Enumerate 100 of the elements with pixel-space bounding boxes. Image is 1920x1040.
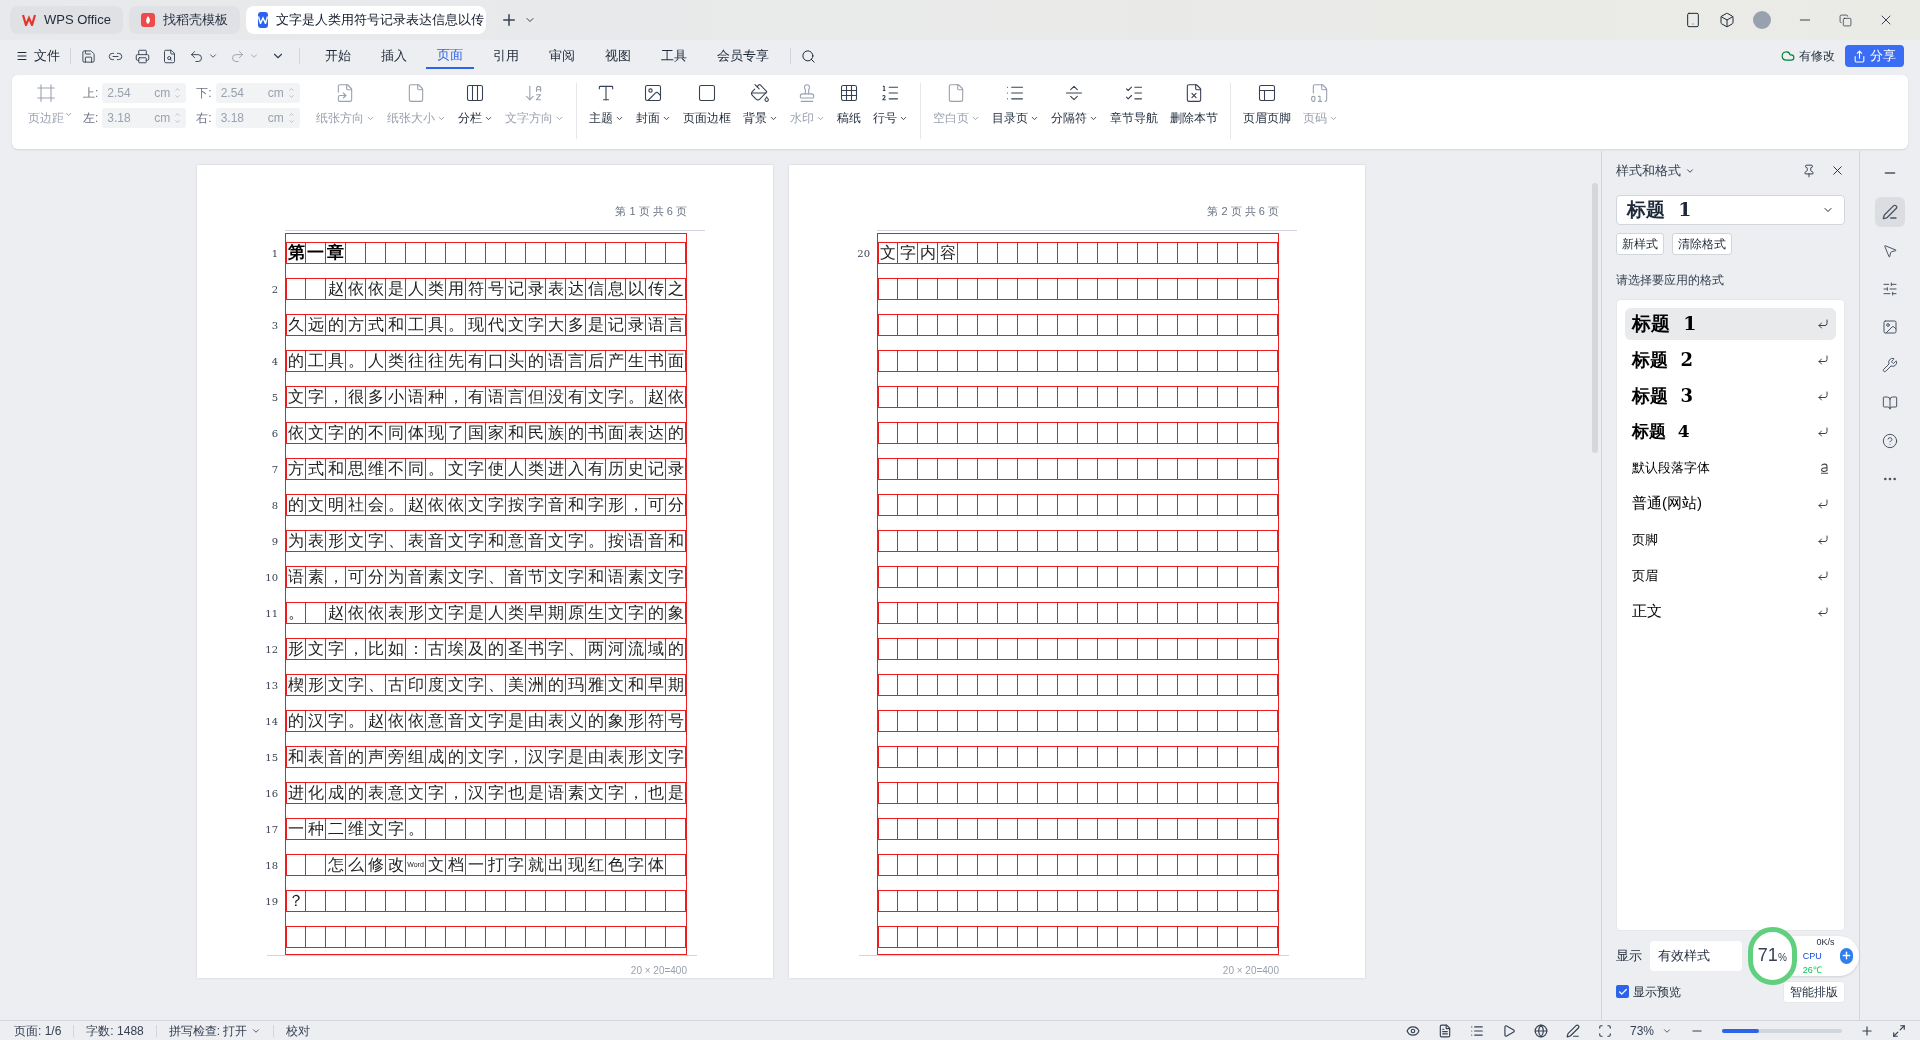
- image-icon: [643, 83, 664, 103]
- ribbon-tab[interactable]: 会员专享: [706, 43, 780, 69]
- grid-cell: 和: [566, 494, 586, 515]
- grid-cell: 小: [386, 386, 406, 407]
- ribbon-tool[interactable]: 目录页: [985, 77, 1045, 143]
- eye-icon[interactable]: [1405, 1023, 1420, 1038]
- grid-cell: 文: [606, 602, 626, 623]
- clear-format-button[interactable]: 清除格式: [1672, 232, 1732, 255]
- ribbon-tab[interactable]: 开始: [314, 43, 362, 69]
- grid-cell: 字: [326, 638, 346, 659]
- style-item[interactable]: 默认段落字体: [1625, 451, 1836, 484]
- wrench-icon[interactable]: [1882, 357, 1898, 373]
- new-style-button[interactable]: 新样式: [1616, 232, 1664, 255]
- preview-checkbox[interactable]: [1616, 985, 1629, 998]
- fullscreen-icon[interactable]: [1892, 1023, 1906, 1038]
- grid-cell: 赵: [406, 494, 426, 515]
- system-monitor-widget[interactable]: 71% 0K/s CPU 26℃: [1748, 926, 1859, 985]
- ribbon-tab[interactable]: 工具: [650, 43, 698, 69]
- style-item[interactable]: 页脚: [1625, 523, 1836, 556]
- grid-cell: ，: [626, 494, 646, 515]
- outline-icon[interactable]: [1469, 1023, 1484, 1038]
- grid-cell: 文: [646, 746, 666, 767]
- ribbon-tool[interactable]: 稿纸: [830, 77, 867, 143]
- help-icon[interactable]: [1882, 433, 1898, 449]
- grid-cell: 字: [526, 494, 546, 515]
- page-count[interactable]: 页面: 1/6: [14, 1021, 62, 1040]
- pen-icon[interactable]: [1565, 1023, 1580, 1038]
- grid-cell: 美: [506, 674, 526, 695]
- grid-cell: 素: [566, 782, 586, 803]
- save-icon[interactable]: [81, 48, 96, 64]
- style-item[interactable]: 标题 3: [1625, 379, 1836, 412]
- page-view-icon[interactable]: [1437, 1023, 1452, 1038]
- show-dropdown[interactable]: 有效样式: [1650, 940, 1742, 971]
- style-item[interactable]: 普通(网站): [1625, 487, 1836, 520]
- fit-page-icon[interactable]: [1597, 1023, 1612, 1038]
- word-count[interactable]: 字数: 1488: [86, 1021, 144, 1040]
- globe-icon[interactable]: [1533, 1023, 1548, 1038]
- line-number: 7: [270, 462, 278, 477]
- style-item[interactable]: 页眉: [1625, 559, 1836, 592]
- ribbon-tool[interactable]: 页面边框: [676, 77, 737, 143]
- image-icon[interactable]: [1882, 319, 1898, 335]
- undo-icon[interactable]: [189, 48, 204, 64]
- ribbon-tab[interactable]: 审阅: [538, 43, 586, 69]
- smart-layout-button[interactable]: 智能排版: [1783, 980, 1845, 1003]
- style-item[interactable]: 正文: [1625, 595, 1836, 628]
- app-tab[interactable]: 找稻壳模板: [128, 6, 240, 34]
- grid-cell: 义: [566, 710, 586, 731]
- app-tab[interactable]: WPS Office: [10, 6, 123, 34]
- tablet-icon[interactable]: [1685, 12, 1701, 28]
- style-item[interactable]: 标题 2: [1625, 343, 1836, 376]
- page-header-text: 第 1 页 共 6 页: [615, 204, 687, 219]
- proofread-button[interactable]: 校对: [286, 1021, 311, 1040]
- grid-cell: 埃: [446, 638, 466, 659]
- ribbon-tool[interactable]: 分隔符: [1044, 77, 1104, 143]
- style-item[interactable]: 标题 1: [1625, 307, 1836, 340]
- play-icon[interactable]: [1501, 1023, 1516, 1038]
- search-icon[interactable]: [801, 48, 816, 64]
- spell-check-button[interactable]: 拼写检查: 打开: [168, 1021, 262, 1040]
- ribbon-tool[interactable]: 分栏: [451, 77, 499, 143]
- ribbon-tab[interactable]: 插入: [370, 43, 418, 69]
- zoom-in-icon[interactable]: [1860, 1023, 1874, 1038]
- pointer-icon[interactable]: [1882, 243, 1898, 259]
- ribbon-tool[interactable]: 行号: [866, 77, 914, 143]
- cube-icon[interactable]: [1719, 12, 1735, 28]
- grid-cell: 形: [406, 602, 426, 623]
- grid-cell: 。: [426, 458, 446, 479]
- grid-cell: 和: [666, 530, 686, 551]
- style-tool-button[interactable]: [1875, 197, 1905, 227]
- sync-status-button[interactable]: 有修改: [1781, 47, 1835, 65]
- book-icon[interactable]: [1882, 395, 1898, 411]
- caret-icon[interactable]: [208, 51, 218, 61]
- border-icon: [696, 83, 717, 103]
- ribbon-tab[interactable]: 引用: [482, 43, 530, 69]
- style-item[interactable]: 标题 4: [1625, 415, 1836, 448]
- grid-cell: 和: [286, 746, 306, 767]
- file-menu-button[interactable]: 文件: [16, 46, 60, 66]
- grid-cell: 用: [446, 278, 466, 299]
- ribbon-tool[interactable]: 封面: [629, 77, 677, 143]
- print-preview-icon[interactable]: [162, 48, 177, 64]
- zoom-level[interactable]: 73%: [1629, 1021, 1654, 1040]
- share-button[interactable]: 分享: [1845, 45, 1904, 67]
- zoom-slider[interactable]: [1722, 1028, 1842, 1033]
- ribbon-tab[interactable]: 视图: [594, 43, 642, 69]
- sliders-icon[interactable]: [1882, 281, 1898, 297]
- print-icon[interactable]: [135, 48, 150, 64]
- grid-cell: 和: [506, 422, 526, 443]
- grid-cell: 体: [646, 854, 666, 875]
- ribbon-tool[interactable]: 页眉页脚: [1236, 77, 1297, 143]
- ribbon-tool[interactable]: 删除本节: [1163, 77, 1224, 143]
- ribbon-tab[interactable]: 页面: [426, 43, 474, 69]
- pin-icon[interactable]: [1802, 163, 1816, 178]
- grid-cell: 同: [406, 458, 426, 479]
- ribbon-tool[interactable]: 主题: [582, 77, 630, 143]
- ribbon-tool[interactable]: 背景: [736, 77, 784, 143]
- ribbon-tool[interactable]: 章节导航: [1103, 77, 1164, 143]
- restore-icon[interactable]: [1839, 13, 1852, 27]
- current-style-dropdown[interactable]: 标题 1: [1616, 194, 1845, 225]
- grid-cell: 字: [506, 854, 526, 875]
- app-tab[interactable]: 文字是人类用符号记录表达信息以传: [245, 6, 486, 34]
- grid-cell: 、: [566, 638, 586, 659]
